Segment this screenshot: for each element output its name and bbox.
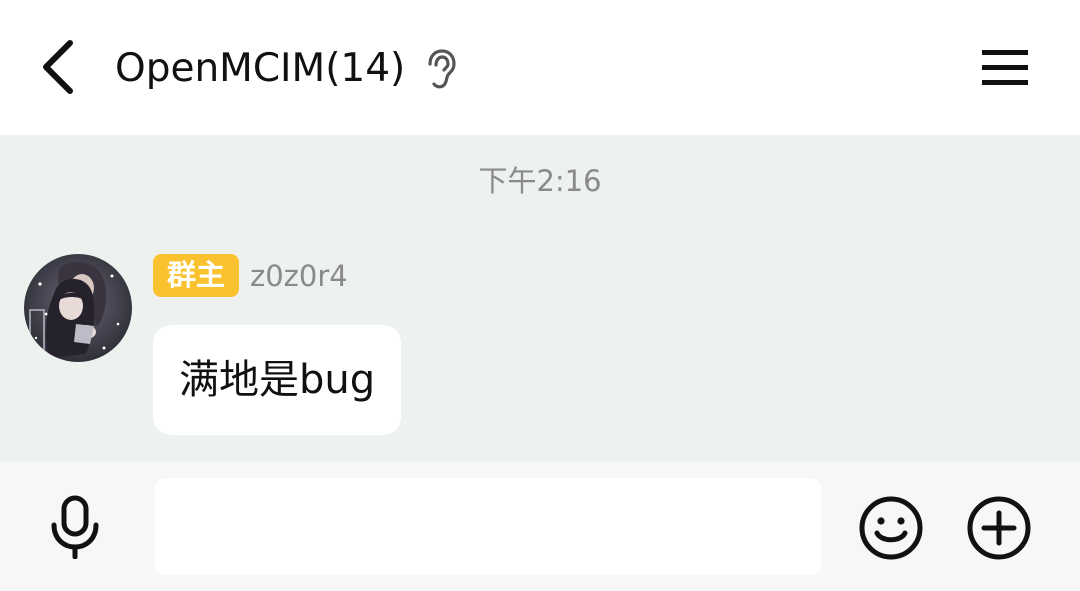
microphone-icon: [51, 495, 99, 559]
message-timestamp: 下午2:16: [478, 164, 602, 198]
anime-avatar-image: [24, 254, 132, 362]
group-title: OpenMCIM(14): [115, 46, 406, 91]
ear-icon: [428, 49, 456, 89]
message-bubble[interactable]: 满地是bug: [153, 325, 402, 435]
sender-avatar[interactable]: [24, 254, 132, 362]
message-list[interactable]: 下午2:16 群主 z0z0r4 满地是bug: [0, 135, 1080, 462]
chat-header: OpenMCIM(14): [0, 0, 1080, 135]
chevron-left-icon: [43, 40, 73, 94]
hamburger-menu-icon: [982, 50, 1028, 85]
input-bar: [0, 462, 1080, 591]
chat-screen: OpenMCIM(14) 下午2:16 群主 z0z0r4 满地是bug: [0, 0, 1080, 591]
message-text: 满地是bug: [179, 357, 376, 403]
sender-name: z0z0r4: [250, 259, 348, 293]
message-input[interactable]: [155, 478, 821, 575]
back-button[interactable]: [28, 34, 88, 100]
menu-button[interactable]: [972, 38, 1038, 98]
plus-circle-icon: [967, 496, 1031, 560]
group-owner-badge: 群主: [153, 254, 239, 297]
smiley-icon: [859, 496, 923, 560]
more-options-button[interactable]: [963, 492, 1035, 564]
voice-input-button[interactable]: [40, 494, 110, 560]
emoji-button[interactable]: [855, 492, 927, 564]
